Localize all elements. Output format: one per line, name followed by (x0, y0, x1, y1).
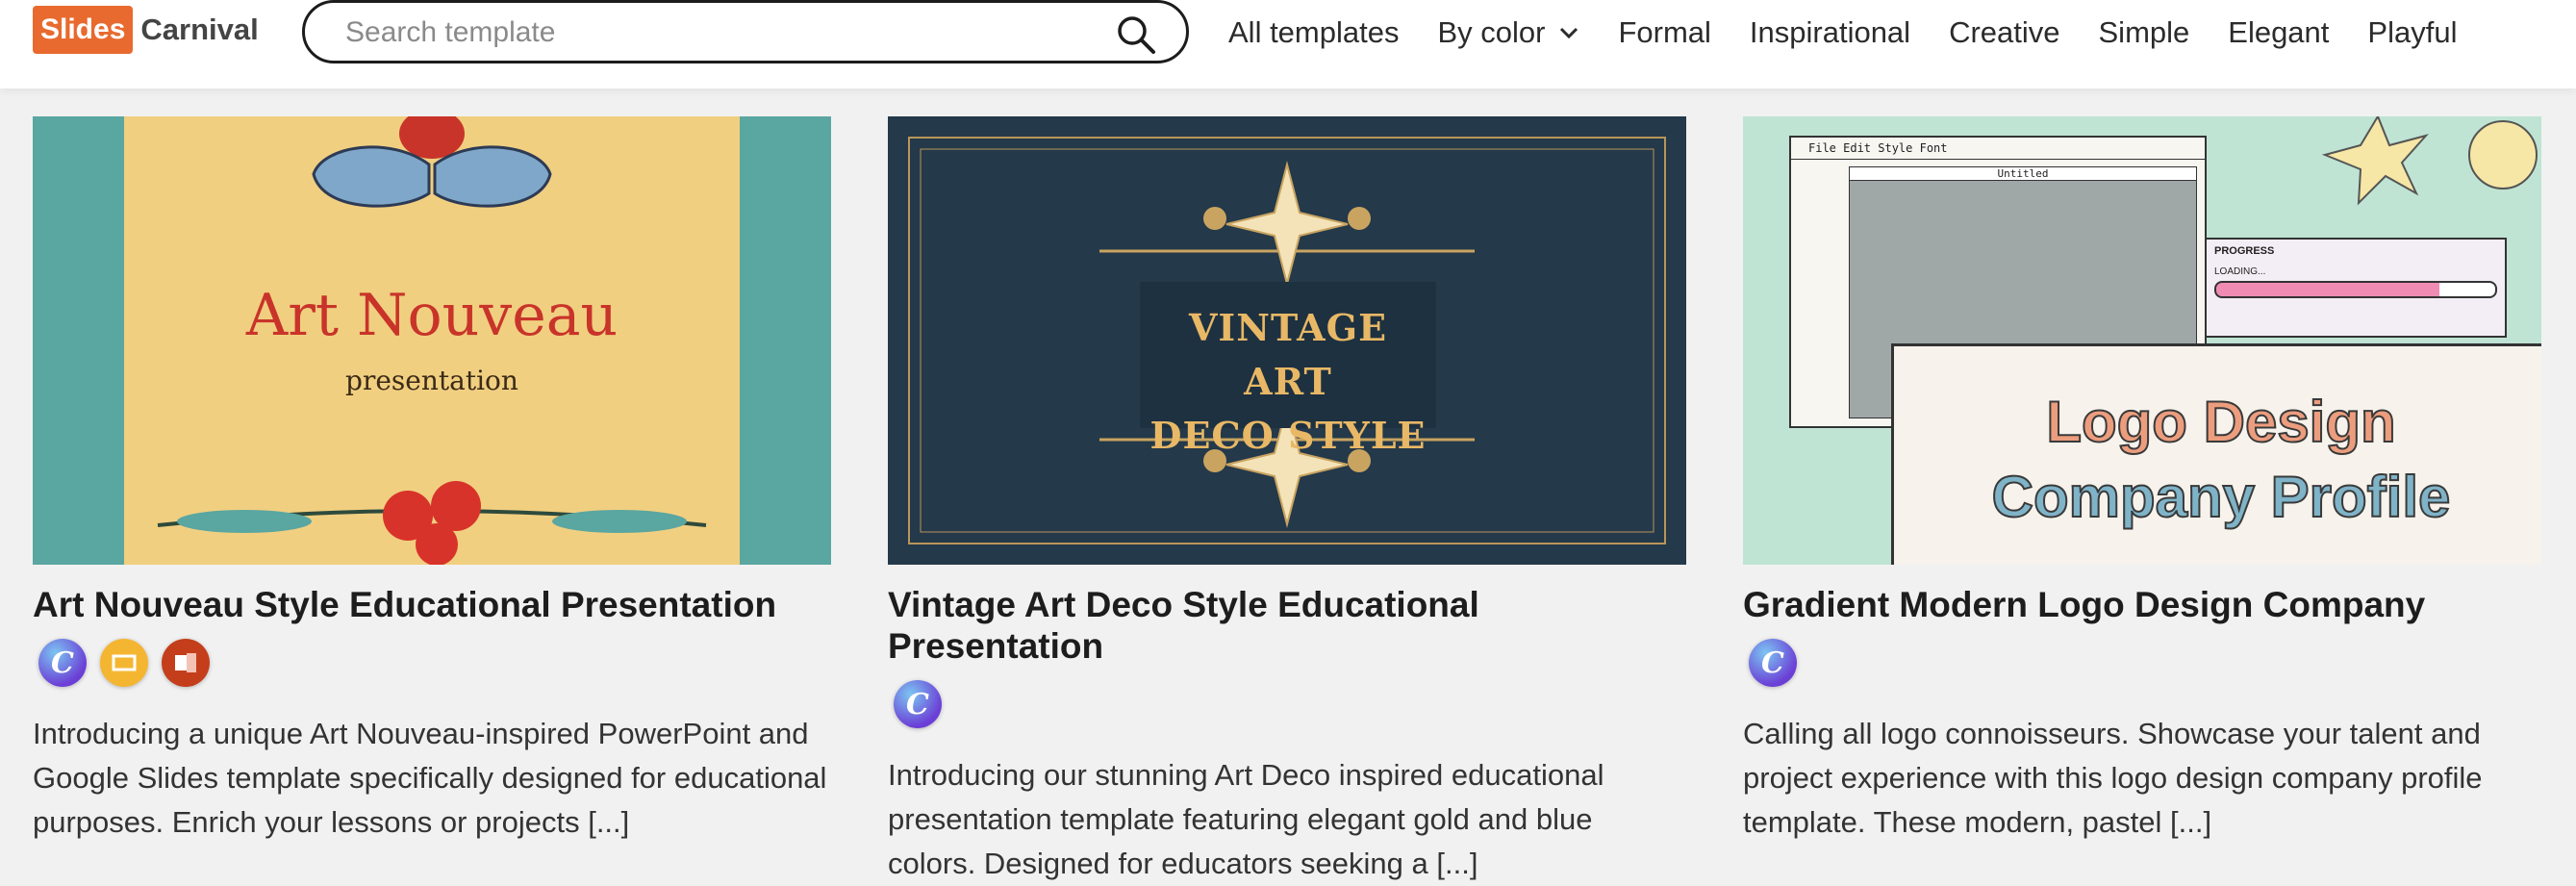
google-slides-icon[interactable] (100, 639, 148, 687)
thumb-progress-label: PROGRESS (2214, 245, 2275, 257)
canva-icon[interactable]: C (1749, 639, 1797, 687)
app-icons: C (1749, 639, 2541, 687)
canva-icon[interactable]: C (38, 639, 87, 687)
template-thumbnail[interactable]: File Edit Style Font Untitled PROGRESS L… (1743, 116, 2541, 565)
thumb-title-line2: Company Profile (1991, 464, 2452, 530)
thumb-subtitle: presentation (345, 365, 518, 396)
slides-glyph-icon (112, 654, 137, 671)
main-nav: All templates By color Formal Inspiratio… (1228, 13, 2495, 52)
card-description: Introducing a unique Art Nouveau-inspire… (33, 717, 827, 839)
thumb-menu: File Edit Style Font (1791, 138, 2205, 160)
search-input[interactable] (343, 13, 1098, 53)
site-header: Slides Carnival All templates By color F… (0, 0, 2576, 89)
ppt-glyph-icon (175, 653, 196, 672)
template-thumbnail[interactable]: Art Nouveau presentation (33, 116, 831, 565)
template-card: VINTAGE ART DECO STYLE Vintage Art Deco … (888, 116, 1686, 886)
nav-all-templates[interactable]: All templates (1228, 15, 1399, 50)
butterfly-illustration (312, 116, 552, 208)
nav-creative[interactable]: Creative (1949, 15, 2059, 50)
card-title[interactable]: Gradient Modern Logo Design Company (1743, 584, 2541, 625)
search-box[interactable] (302, 0, 1189, 63)
site-logo[interactable]: Slides Carnival (33, 6, 259, 54)
powerpoint-icon[interactable] (162, 639, 210, 687)
card-title[interactable]: Vintage Art Deco Style Educational Prese… (888, 584, 1686, 667)
card-description: Calling all logo connoisseurs. Showcase … (1743, 717, 2483, 839)
canva-icon[interactable]: C (894, 680, 942, 728)
thumb-progress-bar (2214, 281, 2497, 298)
logo-slides-text: Slides (33, 6, 134, 54)
thumb-window-title: Untitled (1850, 167, 2196, 181)
search-icon[interactable] (1115, 13, 1157, 56)
thumb-title: Art Nouveau (245, 282, 619, 349)
chevron-down-icon (1560, 27, 1578, 39)
thumb-title-panel: VINTAGE ART DECO STYLE (1140, 282, 1436, 457)
thumb-title-line2: DECO STYLE (1149, 414, 1427, 457)
nav-inspirational[interactable]: Inspirational (1750, 15, 1910, 50)
nav-elegant[interactable]: Elegant (2228, 15, 2329, 50)
thumb-title-line1: Logo Design (2045, 389, 2396, 455)
app-icons: C (38, 639, 831, 687)
nav-by-color-label: By color (1437, 15, 1546, 49)
card-description: Introducing our stunning Art Deco inspir… (888, 758, 1604, 880)
template-card: File Edit Style Font Untitled PROGRESS L… (1743, 116, 2541, 845)
thumb-main-window: Logo Design Company Profile (1891, 343, 2541, 565)
nav-by-color[interactable]: By color (1437, 15, 1579, 50)
nav-formal[interactable]: Formal (1618, 15, 1710, 50)
nav-simple[interactable]: Simple (2099, 15, 2190, 50)
template-card: Art Nouveau presentation Art Nouveau Sty… (33, 116, 831, 845)
star-decoration (2321, 116, 2538, 206)
logo-carnival-text: Carnival (140, 13, 259, 46)
thumb-title-line1: VINTAGE ART (1188, 306, 1388, 403)
template-thumbnail[interactable]: VINTAGE ART DECO STYLE (888, 116, 1686, 565)
thumb-progress-window: PROGRESS LOADING... (2205, 238, 2507, 338)
card-title[interactable]: Art Nouveau Style Educational Presentati… (33, 584, 831, 625)
thumb-loading-label: LOADING... (2214, 266, 2266, 277)
nav-playful[interactable]: Playful (2367, 15, 2457, 50)
flower-illustration (157, 481, 707, 565)
app-icons: C (894, 680, 1686, 728)
